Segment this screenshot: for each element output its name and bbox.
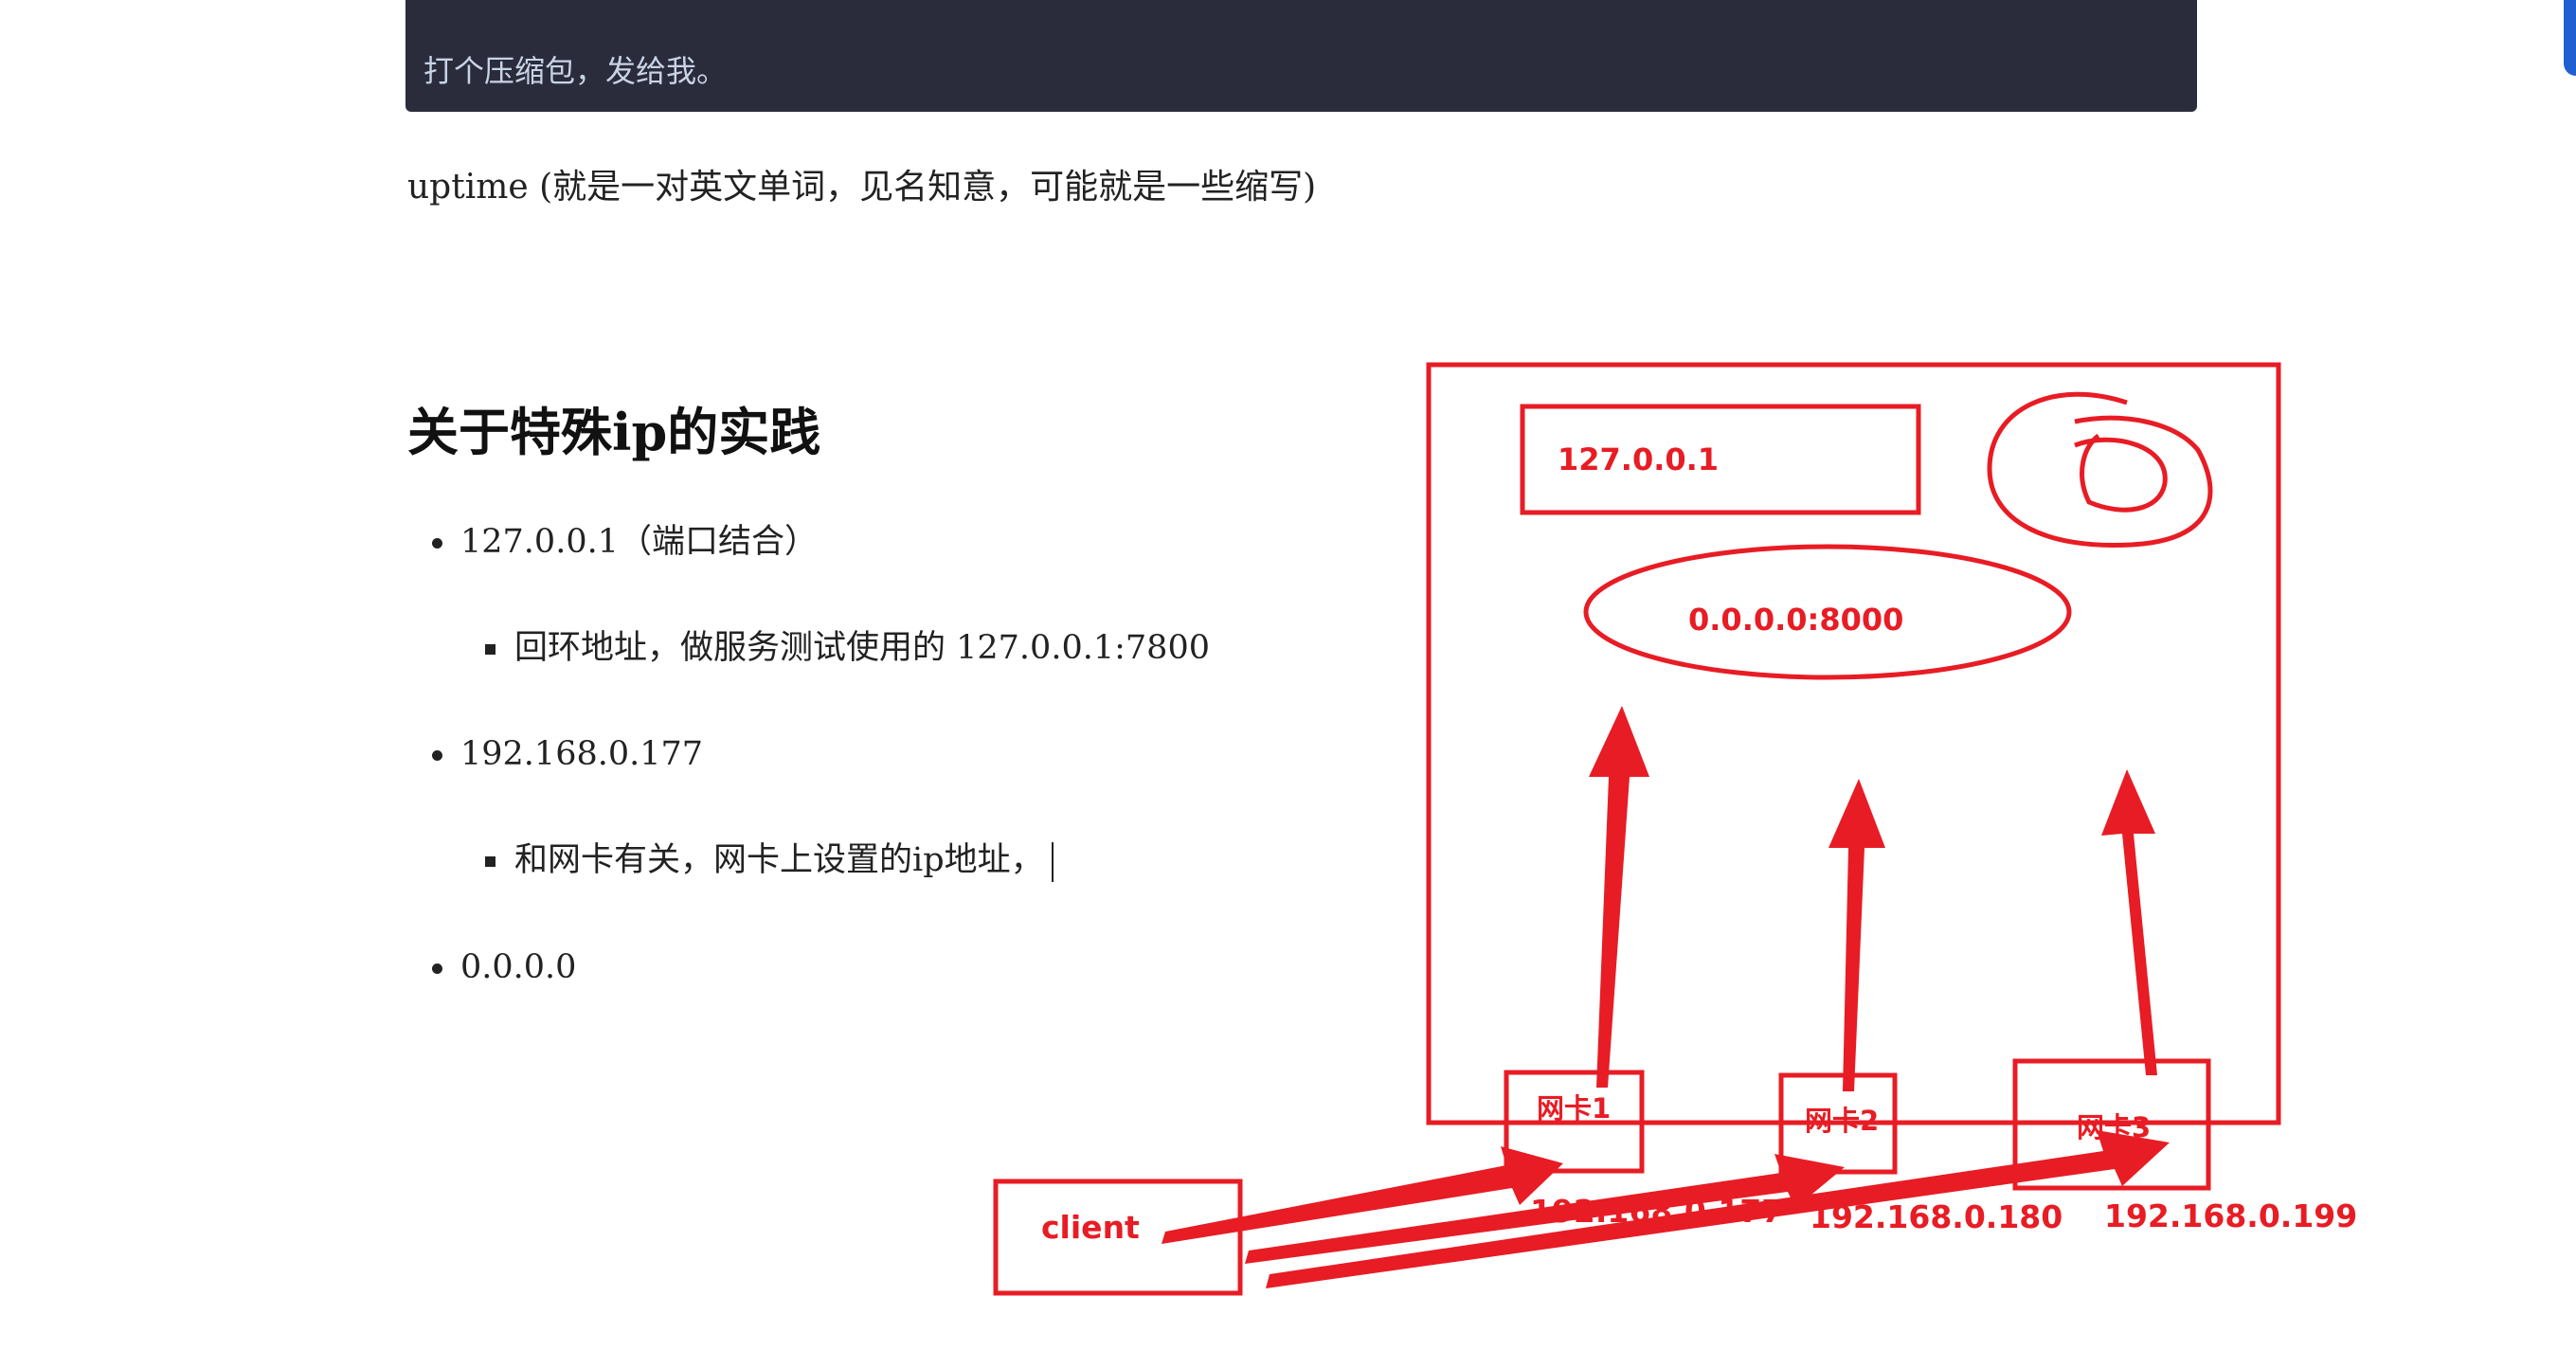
arrow-up-1 bbox=[1589, 706, 1649, 1088]
network-diagram: 127.0.0.1 0.0.0.0:8000 网卡1 网卡2 网卡3 192.1… bbox=[993, 362, 2357, 1296]
scribble-doodle bbox=[1987, 391, 2213, 549]
client-label: client bbox=[1041, 1209, 1140, 1246]
nic-ip-1: 192.168.0.177 bbox=[1530, 1193, 1783, 1230]
bind-label: 0.0.0.0:8000 bbox=[1688, 602, 1903, 638]
nic-label-2: 网卡2 bbox=[1805, 1105, 1879, 1137]
nic-ip-2: 192.168.0.180 bbox=[1810, 1198, 2063, 1235]
arrow-up-2 bbox=[1828, 779, 1885, 1091]
loopback-label: 127.0.0.1 bbox=[1558, 441, 1719, 477]
nic-label-3: 网卡3 bbox=[2077, 1111, 2151, 1143]
nic-ip-3: 192.168.0.199 bbox=[2104, 1197, 2357, 1234]
arrow-up-3 bbox=[2101, 769, 2157, 1075]
nic-label-1: 网卡1 bbox=[1537, 1092, 1611, 1125]
